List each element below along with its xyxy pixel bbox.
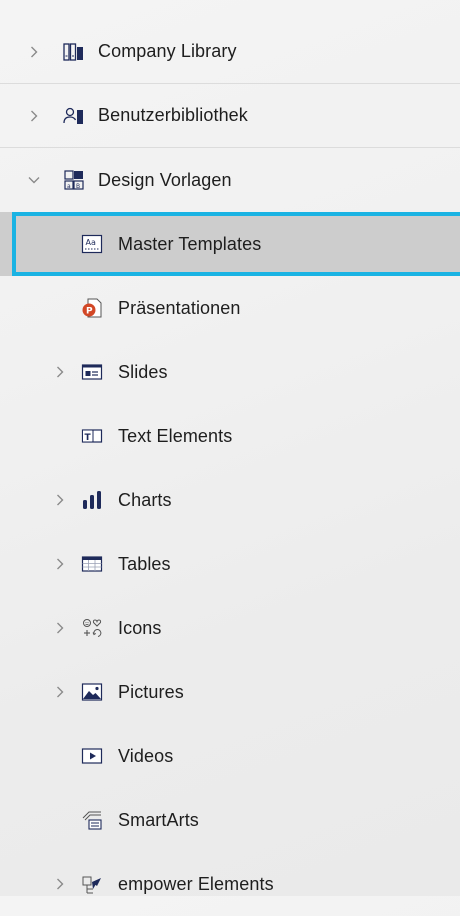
chevron-right-icon[interactable] [54,556,66,572]
tree-item-tables[interactable]: Tables [0,532,460,596]
tree-item-benutzerbibliothek[interactable]: Benutzerbibliothek [0,84,460,148]
svg-text:Aa: Aa [86,238,96,247]
tree-item-charts[interactable]: Charts [0,468,460,532]
tree-item-videos[interactable]: Videos [0,724,460,788]
chevron-right-icon[interactable] [54,620,66,636]
chevron-right-icon[interactable] [54,684,66,700]
tree-item-label: Company Library [98,41,237,61]
tree-item-label: Icons [118,617,162,638]
design-templates-icon: a B [62,168,86,192]
tree-item-slides[interactable]: Slides [0,340,460,404]
tree-item-empower-elements[interactable]: empower Elements [0,852,460,916]
tree-item-label: empower Elements [118,873,274,894]
video-icon [80,744,104,768]
tree-item-label: Tables [118,553,171,574]
icons-icon [80,616,104,640]
library-books-icon [62,40,86,64]
empower-elements-icon [80,872,104,896]
chevron-right-icon[interactable] [54,364,66,380]
tree-item-label: SmartArts [118,809,199,830]
tree-item-pictures[interactable]: Pictures [0,660,460,724]
tree-item-company-library[interactable]: Company Library [0,20,460,84]
tree-item-text-elements[interactable]: T Text Elements [0,404,460,468]
tree-item-label: Präsentationen [118,297,241,318]
tree-item-design-vorlagen[interactable]: a B Design Vorlagen [0,148,460,212]
tree-item-praesentationen[interactable]: P Präsentationen [0,276,460,340]
chevron-right-icon[interactable] [54,492,66,508]
chevron-right-icon[interactable] [54,876,66,892]
tree-item-label: Text Elements [118,425,233,446]
chevron-right-icon[interactable] [28,108,40,124]
chevron-down-icon[interactable] [28,172,40,188]
tree-item-icons[interactable]: Icons [0,596,460,660]
table-icon [80,552,104,576]
svg-text:T: T [85,433,92,443]
tree-item-label: Benutzerbibliothek [98,105,248,125]
tree-item-label: Videos [118,745,174,766]
library-tree: Company Library Benutzerbibliothek a B D… [0,20,460,916]
tree-item-label: Master Templates [118,233,262,254]
tree-item-smartarts[interactable]: SmartArts [0,788,460,852]
text-element-icon: T [80,424,104,448]
tree-item-label: Slides [118,361,168,382]
tree-item-master-templates[interactable]: Aa Master Templates [0,212,460,276]
powerpoint-file-icon: P [80,296,104,320]
smartart-icon [80,808,104,832]
bar-chart-icon [80,488,104,512]
picture-icon [80,680,104,704]
svg-text:a: a [67,183,71,190]
svg-text:B: B [76,183,80,190]
chevron-right-icon[interactable] [28,44,40,60]
svg-text:P: P [86,307,93,317]
tree-item-label: Pictures [118,681,184,702]
slide-icon [80,360,104,384]
master-template-icon: Aa [80,232,104,256]
user-library-icon [62,104,86,128]
tree-item-label: Design Vorlagen [98,169,232,190]
tree-item-label: Charts [118,489,172,510]
